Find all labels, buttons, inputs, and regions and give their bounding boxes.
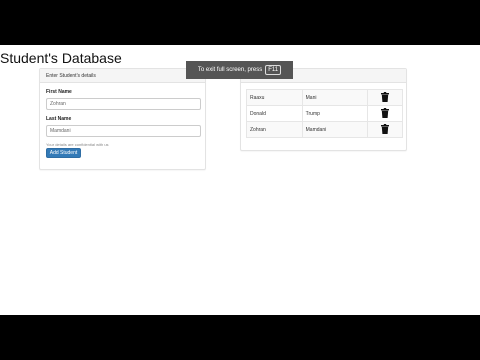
form-body: First Name Zohran Last Name Mamdani Your… [46,89,202,158]
first-name-cell: Raaxu [246,89,303,106]
trash-icon[interactable] [381,91,390,104]
add-student-button[interactable]: Add Student [46,148,81,158]
fullscreen-key: F11 [265,65,282,75]
help-text: Your details are confidential with us [46,142,109,147]
last-name-label: Last Name [46,116,72,122]
first-name-cell: Donald [246,105,303,122]
table-row: Zohran Mamdani [246,121,403,138]
last-name-cell: Trump [301,105,369,122]
trash-icon[interactable] [381,107,390,120]
fullscreen-banner: To exit full screen, press F11 [186,61,293,79]
fullscreen-message: To exit full screen, press [197,67,263,73]
last-name-cell: Mamdani [301,121,369,138]
trash-icon[interactable] [381,123,390,136]
delete-cell [367,121,403,138]
students-table: Raaxu Mani Donald Trump Zohran Mamdani [246,89,403,138]
first-name-input[interactable]: Zohran [46,98,201,110]
page-title: Student's Database [0,50,122,66]
last-name-cell: Mani [301,89,369,106]
delete-cell [367,89,403,106]
last-name-input[interactable]: Mamdani [46,125,201,137]
delete-cell [367,105,403,122]
first-name-cell: Zohran [246,121,303,138]
students-table-panel: Raaxu Mani Donald Trump Zohran Mamdani [240,68,407,151]
page: Student's Database Enter Student's detai… [0,45,480,315]
table-row: Raaxu Mani [246,89,403,106]
form-panel-header: Enter Student's details [40,69,205,83]
first-name-label: First Name [46,89,72,95]
table-row: Donald Trump [246,105,403,122]
student-form-panel: Enter Student's details First Name Zohra… [39,68,206,170]
